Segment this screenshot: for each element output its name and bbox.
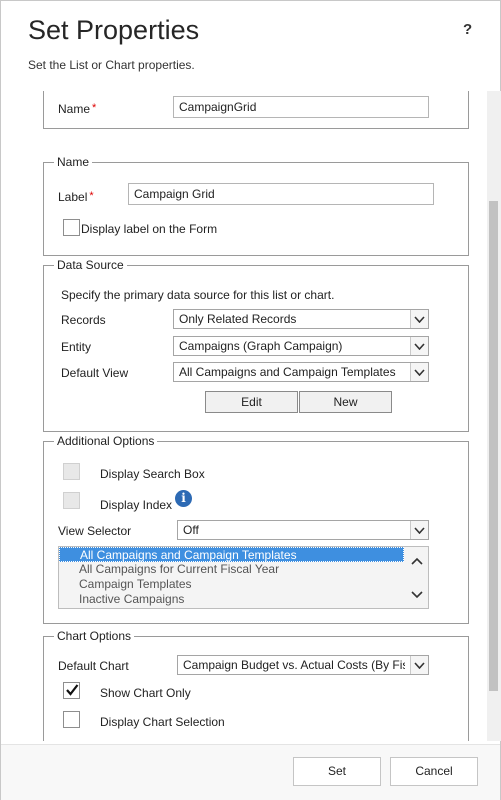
name-field-label: Name * [58,102,96,116]
set-button[interactable]: Set [293,757,381,786]
dialog-footer: Set Cancel [1,744,500,800]
name-label-text: Name [58,102,91,116]
top-section: Name * CampaignGrid [43,91,469,129]
additional-options-legend: Additional Options [54,434,158,448]
chevron-down-icon [410,363,428,381]
show-chart-only-checkbox[interactable] [63,682,80,699]
checkmark-icon [66,684,79,696]
data-source-legend: Data Source [54,258,127,272]
views-listbox[interactable]: All Campaigns and Campaign Templates All… [58,546,429,609]
label-field-label: Label * [58,190,94,204]
dialog-subtitle: Set the List or Chart properties. [28,58,195,72]
entity-label: Entity [61,340,92,354]
name-section: Name Label * Campaign Grid Display label … [43,155,469,256]
default-view-select[interactable]: All Campaigns and Campaign Templates [173,362,429,382]
cancel-button[interactable]: Cancel [390,757,478,786]
display-label-text: Display label on the Form [81,222,218,236]
display-search-box-label: Display Search Box [100,467,205,481]
chevron-down-icon [410,521,428,539]
name-input[interactable]: CampaignGrid [173,96,429,118]
label-input[interactable]: Campaign Grid [128,183,434,205]
additional-options-section: Additional Options Display Search Box Di… [43,434,469,624]
display-search-box-checkbox[interactable] [63,463,80,480]
records-select[interactable]: Only Related Records [173,309,429,329]
dialog-title: Set Properties [28,15,200,45]
list-item[interactable]: All Campaigns and Campaign Templates [59,547,404,562]
dialog-scrollbar[interactable] [487,91,501,741]
dialog-header: Set Properties Set the List or Chart pro… [1,1,500,91]
display-label-checkbox[interactable] [63,219,80,236]
default-chart-label: Default Chart [58,659,129,673]
label-label-text: Label [58,190,88,204]
display-index-label: Display Index [100,498,173,512]
chart-options-section: Chart Options Default Chart Campaign Bud… [43,629,469,741]
list-item[interactable]: Campaign Templates [59,577,428,592]
list-scrollbar[interactable] [406,547,428,608]
entity-select[interactable]: Campaigns (Graph Campaign) [173,336,429,356]
set-properties-dialog: Set Properties Set the List or Chart pro… [0,0,501,800]
display-index-checkbox[interactable] [63,492,80,509]
required-asterisk: * [89,190,94,202]
records-label: Records [61,313,106,327]
default-chart-select[interactable]: Campaign Budget vs. Actual Costs (By Fis… [177,655,429,675]
chart-options-legend: Chart Options [54,629,135,643]
show-chart-only-label: Show Chart Only [100,686,191,700]
display-chart-selection-checkbox[interactable] [63,711,80,728]
entity-value: Campaigns (Graph Campaign) [179,339,343,353]
chevron-down-icon [410,310,428,328]
name-section-legend: Name [54,155,93,169]
default-view-value: All Campaigns and Campaign Templates [179,365,396,379]
view-selector-value: Off [183,523,199,537]
new-button[interactable]: New [299,391,392,413]
default-chart-value: Campaign Budget vs. Actual Costs (By Fis… [183,658,405,672]
default-view-label: Default View [61,366,129,380]
scrollbar-thumb[interactable] [489,201,498,691]
chevron-down-icon [410,656,428,674]
info-icon[interactable]: i [175,490,192,507]
edit-button[interactable]: Edit [205,391,298,413]
view-selector-select[interactable]: Off [177,520,429,540]
required-asterisk: * [92,102,97,114]
chevron-down-icon [410,337,428,355]
list-item[interactable]: Inactive Campaigns [59,592,428,607]
properties-scroll-area: Name * CampaignGrid Name Label * Campaign … [26,91,489,741]
data-source-description: Specify the primary data source for this… [61,288,335,302]
list-item[interactable]: All Campaigns for Current Fiscal Year [59,562,428,577]
chevron-down-icon[interactable] [411,591,423,599]
view-selector-label: View Selector [58,524,132,538]
chevron-up-icon[interactable] [411,557,423,565]
data-source-section: Data Source Specify the primary data sou… [43,258,469,432]
help-icon[interactable]: ? [463,21,472,38]
display-chart-selection-label: Display Chart Selection [100,715,225,729]
records-value: Only Related Records [179,312,297,326]
